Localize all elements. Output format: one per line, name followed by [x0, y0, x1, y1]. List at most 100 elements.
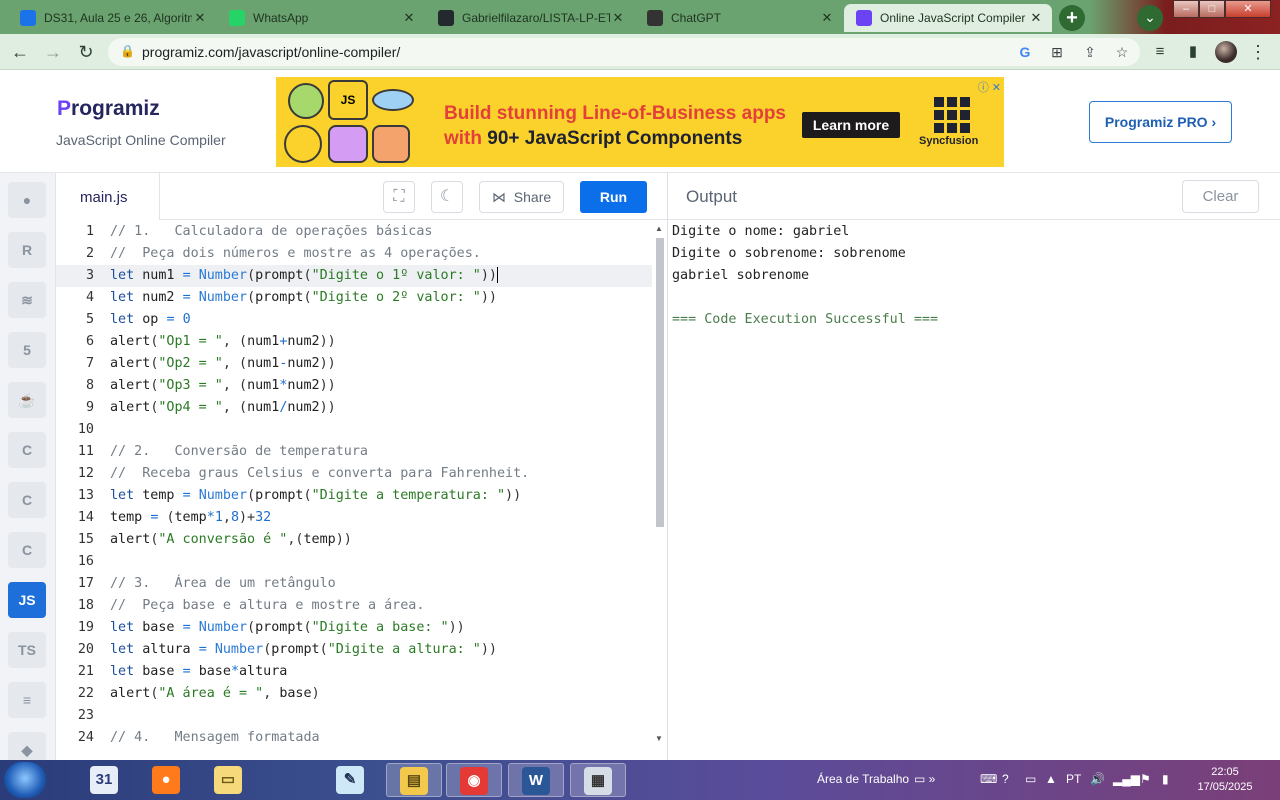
share-button[interactable]: ⋈ Share [479, 181, 564, 213]
translate-icon[interactable]: ⊞ [1048, 43, 1066, 61]
browser-tab[interactable]: DS31, Aula 25 e 26, Algoritmos✕ [8, 4, 216, 32]
taskbar-notepad-button[interactable]: ✎ [322, 763, 378, 797]
code-line[interactable]: 8 alert("Op3 = ", (num1*num2)) [56, 375, 652, 397]
code-line[interactable]: 17 // 3. Área de um retângulo [56, 573, 652, 595]
code-line[interactable]: 12 // Receba graus Celsius e converta par… [56, 463, 652, 485]
taskbar-chrome-button[interactable]: ◉ [446, 763, 502, 797]
rail-item-js[interactable]: JS [8, 582, 46, 618]
scroll-down-arrow-icon[interactable]: ▼ [655, 734, 663, 743]
file-tab-main-js[interactable]: main.js [56, 173, 160, 220]
start-button[interactable] [4, 762, 46, 798]
code-line[interactable]: 16 [56, 551, 652, 573]
display-icon[interactable]: ▭ [1025, 772, 1036, 786]
tray-expand-icon[interactable]: ▲ [1045, 772, 1057, 786]
code-line[interactable]: 22 alert("A área é = ", base) [56, 683, 652, 705]
tab-close-icon[interactable]: ✕ [610, 10, 626, 26]
code-line[interactable]: 6 alert("Op1 = ", (num1+num2)) [56, 331, 652, 353]
address-bar[interactable]: 🔒 programiz.com/javascript/online-compil… [108, 38, 1140, 66]
tab-close-icon[interactable]: ✕ [819, 10, 835, 26]
code-line[interactable]: 21 let base = base*altura [56, 661, 652, 683]
code-line[interactable]: 10 [56, 419, 652, 441]
fullscreen-icon[interactable]: ⛶ [383, 181, 415, 213]
ad-close-icon[interactable]: ⓘ ✕ [978, 79, 1001, 95]
code-line[interactable]: 20 let altura = Number(prompt("Digite a a… [56, 639, 652, 661]
help-icon[interactable]: ? [1002, 772, 1009, 786]
system-clock[interactable]: 22:05 17/05/2025 [1190, 765, 1260, 795]
bookmark-star-icon[interactable]: ☆ [1113, 43, 1131, 61]
scrollbar-thumb[interactable] [656, 238, 664, 527]
programiz-pro-button[interactable]: Programiz PRO › [1089, 101, 1232, 143]
code-editor[interactable]: 1 // 1. Calculadora de operações básicas 2… [56, 220, 668, 760]
code-line[interactable]: 14 temp = (temp*1,8)+32 [56, 507, 652, 529]
tab-close-icon[interactable]: ✕ [1028, 10, 1044, 26]
rail-item-ts[interactable]: TS [8, 632, 46, 668]
action-center-flag-icon[interactable]: ⚑ [1140, 772, 1151, 786]
code-line[interactable]: 2 // Peça dois números e mostre as 4 oper… [56, 243, 652, 265]
rail-item-cpp[interactable]: C [8, 482, 46, 518]
taskbar-folders-button[interactable]: ▭ [200, 763, 256, 797]
browser-tab[interactable]: ChatGPT ✕ [635, 4, 843, 32]
code-line[interactable]: 24 // 4. Mensagem formatada [56, 727, 652, 749]
taskbar-calendar-button[interactable]: 31 [76, 763, 132, 797]
code-line[interactable]: 18 // Peça base e altura e mostre a área. [56, 595, 652, 617]
reading-list-icon[interactable]: ≡ [1148, 40, 1172, 64]
tab-close-icon[interactable]: ✕ [192, 10, 208, 26]
rail-item-python[interactable]: ● [8, 182, 46, 218]
profile-avatar[interactable] [1215, 41, 1237, 63]
ad-learn-more-button[interactable]: Learn more [802, 112, 900, 138]
code-line[interactable]: 15 alert("A conversão é ",(temp)) [56, 529, 652, 551]
rail-item-more[interactable]: ≡ [8, 682, 46, 718]
battery-icon[interactable]: ▮ [1162, 772, 1169, 786]
browser-tab[interactable]: WhatsApp ✕ [217, 4, 425, 32]
language-icon[interactable]: PT [1066, 772, 1081, 786]
code-line[interactable]: 7 alert("Op2 = ", (num1-num2)) [56, 353, 652, 375]
taskbar-firefox-button[interactable]: ● [138, 763, 194, 797]
volume-icon[interactable]: 🔊 [1090, 772, 1105, 786]
google-icon[interactable]: G [1016, 43, 1034, 61]
rail-item-java[interactable]: ☕ [8, 382, 46, 418]
side-panel-icon[interactable]: ▮ [1181, 40, 1205, 64]
tab-close-icon[interactable]: ✕ [401, 10, 417, 26]
tab-search-button[interactable]: ⌄ [1137, 5, 1163, 31]
close-window-button[interactable]: ✕ [1225, 0, 1271, 18]
rail-item-html[interactable]: 5 [8, 332, 46, 368]
browser-tab[interactable]: Gabrielfilazaro/LISTA-LP-ET ✕ [426, 4, 634, 32]
desktop-toolbar-label[interactable]: Área de Trabalho [817, 772, 909, 786]
forward-icon[interactable]: → [41, 40, 65, 64]
tray-folder-icon[interactable]: ▭ » [914, 772, 935, 786]
network-icon[interactable]: ▂▄▆ [1113, 772, 1140, 786]
clear-button[interactable]: Clear [1182, 180, 1259, 213]
new-tab-button[interactable]: + [1059, 5, 1085, 31]
code-line[interactable]: 1 // 1. Calculadora de operações básicas [56, 221, 652, 243]
rail-item-c[interactable]: C [8, 432, 46, 468]
scroll-up-arrow-icon[interactable]: ▲ [655, 224, 663, 233]
rail-item-sql[interactable]: ≋ [8, 282, 46, 318]
reload-icon[interactable]: ↻ [74, 40, 98, 64]
code-line[interactable]: 11 // 2. Conversão de temperatura [56, 441, 652, 463]
code-line[interactable]: 19 let base = Number(prompt("Digite a bas… [56, 617, 652, 639]
output-console[interactable]: Digite o nome: gabriel Digite o sobrenome… [668, 220, 1280, 760]
run-button[interactable]: Run [580, 181, 647, 213]
share-page-icon[interactable]: ⇪ [1081, 43, 1099, 61]
taskbar-explorer-button[interactable]: ▤ [386, 763, 442, 797]
minimize-button[interactable]: – [1173, 0, 1199, 18]
keyboard-icon[interactable]: ⌨ [980, 772, 997, 786]
ad-banner[interactable]: JS Build stunning Line-of-Business apps … [276, 77, 1004, 167]
code-line[interactable]: 4 let num2 = Number(prompt("Digite o 2º v… [56, 287, 652, 309]
maximize-button[interactable]: □ [1199, 0, 1225, 18]
back-icon[interactable]: ← [8, 40, 32, 64]
rail-item-r[interactable]: R [8, 232, 46, 268]
menu-kebab-icon[interactable]: ⋮ [1246, 40, 1270, 64]
taskbar-calculator-button[interactable]: ▦ [570, 763, 626, 797]
code-line[interactable]: 3 let num1 = Number(prompt("Digite o 1º v… [56, 265, 652, 287]
taskbar-word-button[interactable]: W [508, 763, 564, 797]
code-line[interactable]: 13 let temp = Number(prompt("Digite a tem… [56, 485, 652, 507]
browser-tab[interactable]: Online JavaScript Compiler ✕ [844, 4, 1052, 32]
code-line[interactable]: 9 alert("Op4 = ", (num1/num2)) [56, 397, 652, 419]
code-line[interactable]: 23 [56, 705, 652, 727]
editor-scrollbar[interactable]: ▲ ▼ [652, 220, 668, 760]
programiz-logo[interactable]: Programiz [57, 97, 160, 121]
dark-mode-icon[interactable]: ☾ [431, 181, 463, 213]
code-line[interactable]: 5 let op = 0 [56, 309, 652, 331]
rail-item-csharp[interactable]: C [8, 532, 46, 568]
